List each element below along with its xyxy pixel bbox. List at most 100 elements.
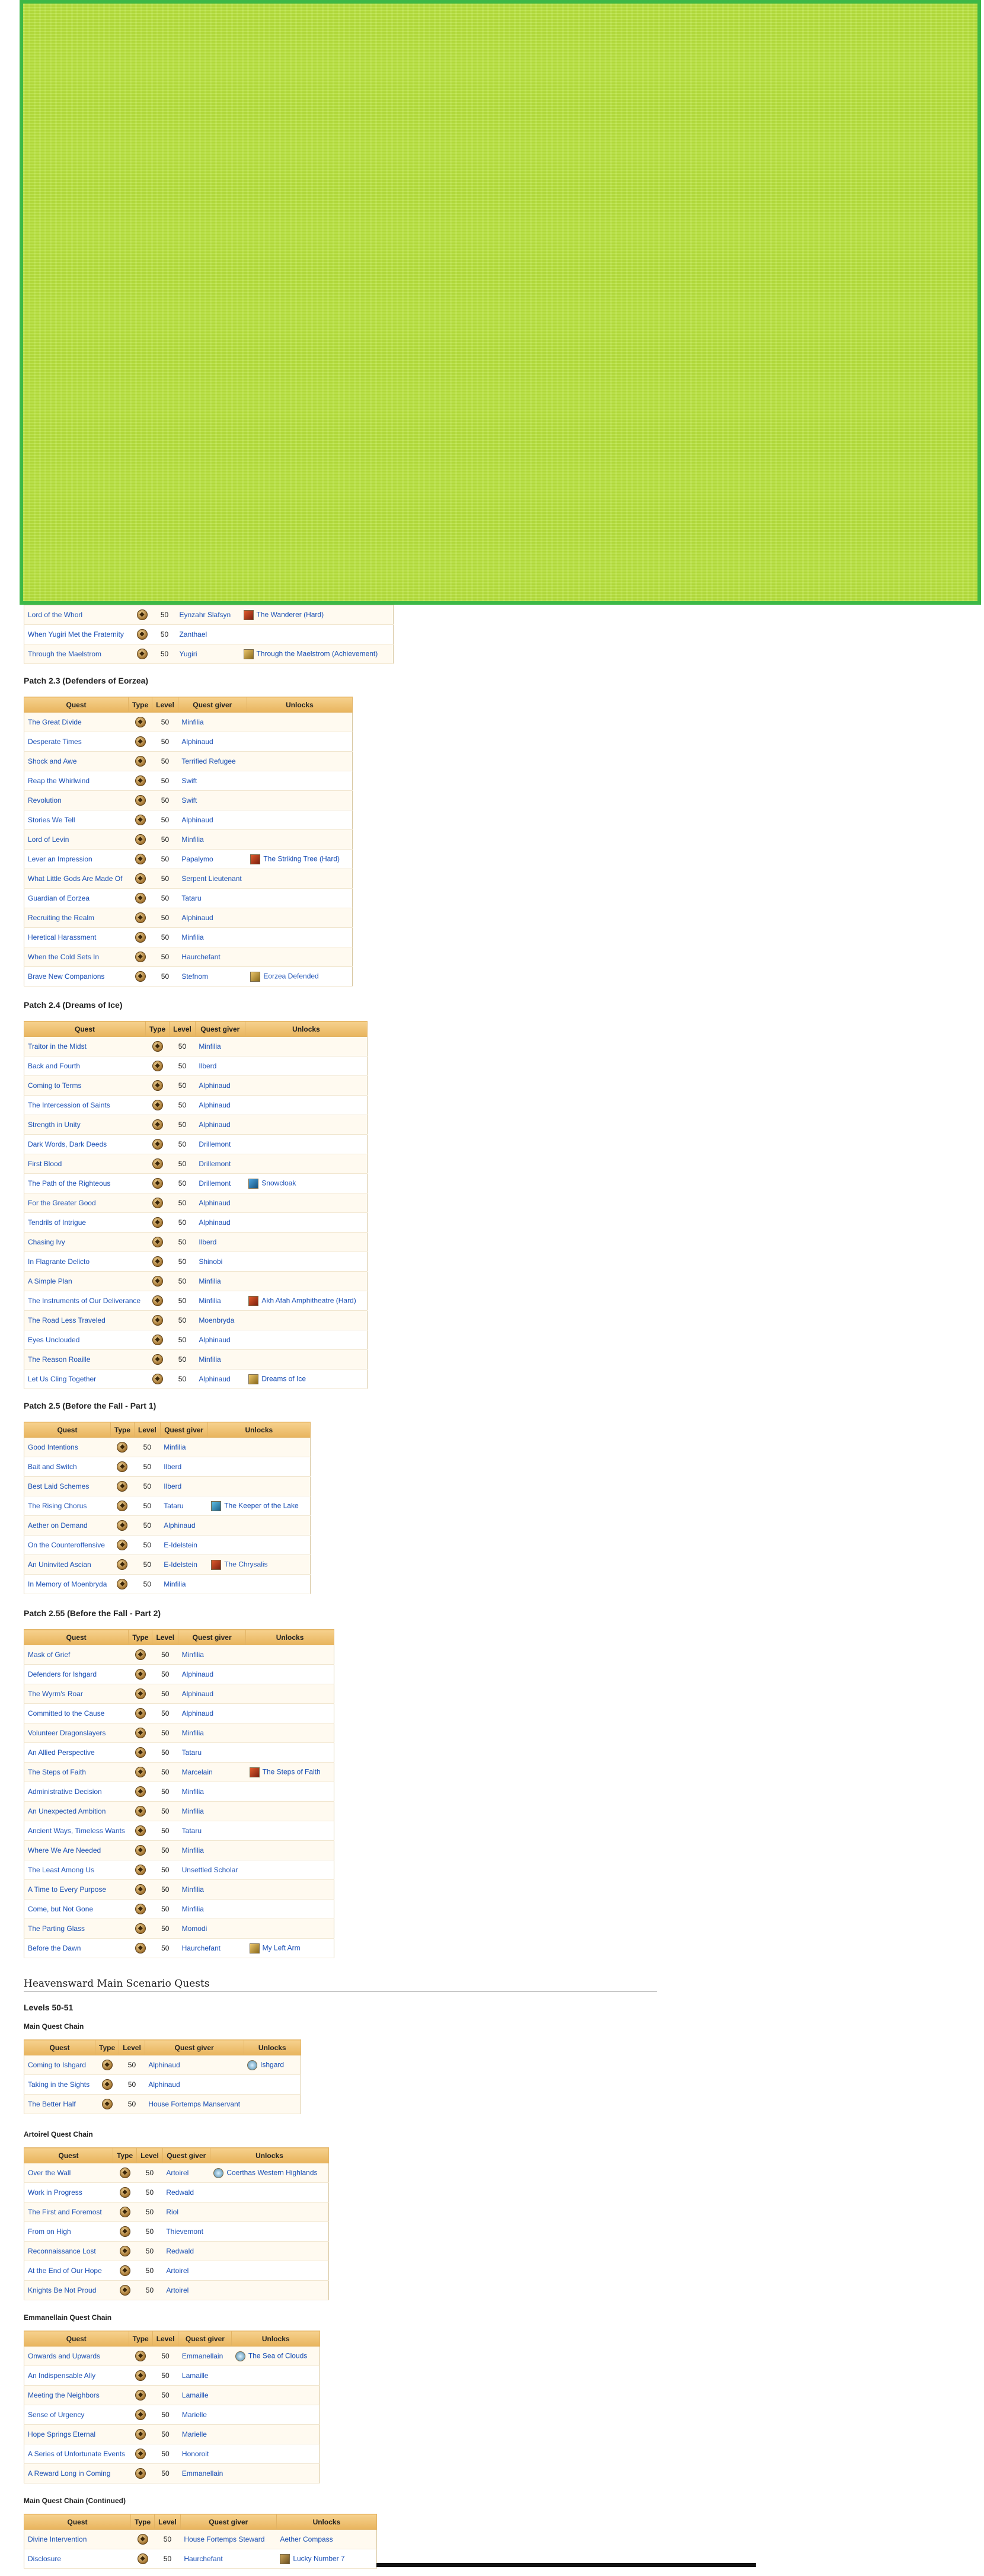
quest-giver-link[interactable]: Minfilia: [195, 1036, 245, 1056]
quest-link[interactable]: Recruiting the Realm: [28, 914, 94, 922]
quest-giver-link[interactable]: Yugiri: [175, 644, 240, 664]
quest-giver-link[interactable]: Ilberd: [195, 1056, 245, 1076]
quest-link[interactable]: Before the Dawn: [28, 1944, 81, 1952]
quest-link[interactable]: On the Counteroffensive: [28, 1541, 105, 1549]
quest-giver-link[interactable]: Alphinaud: [195, 1330, 245, 1350]
quest-link[interactable]: The Great Divide: [28, 718, 82, 726]
unlock-link[interactable]: The Steps of Faith: [263, 1767, 321, 1776]
quest-giver-link[interactable]: Alphinaud: [195, 1369, 245, 1389]
quest-giver-link[interactable]: Minfilia: [178, 1879, 246, 1900]
quest-giver-link[interactable]: Alphinaud: [178, 1664, 246, 1684]
quest-link[interactable]: Ancient Ways, Timeless Wants: [28, 1827, 125, 1835]
unlock-link[interactable]: Akh Afah Amphitheatre (Hard): [261, 1296, 356, 1304]
quest-link[interactable]: The Parting Glass: [28, 1924, 85, 1933]
quest-link[interactable]: An Allied Perspective: [28, 1748, 95, 1757]
quest-link[interactable]: Lever an Impression: [28, 855, 92, 863]
unlock-link[interactable]: Aether Compass: [280, 2535, 333, 2543]
quest-link[interactable]: Sense of Urgency: [28, 2411, 84, 2419]
quest-giver-link[interactable]: Honoroit: [178, 2444, 232, 2464]
quest-link[interactable]: Heretical Harassment: [28, 933, 96, 941]
quest-giver-link[interactable]: Alphinaud: [178, 908, 247, 928]
quest-link[interactable]: The Path of the Righteous: [28, 1179, 110, 1188]
quest-giver-link[interactable]: Minfilia: [195, 1349, 245, 1370]
quest-link[interactable]: An Indispensable Ally: [28, 2371, 95, 2380]
quest-link[interactable]: Good Intentions: [28, 1443, 78, 1451]
quest-link[interactable]: The Road Less Traveled: [28, 1316, 106, 1324]
unlock-link[interactable]: Eorzea Defended: [263, 972, 318, 980]
quest-giver-link[interactable]: Alphinaud: [195, 1095, 245, 1115]
quest-link[interactable]: Onwards and Upwards: [28, 2352, 100, 2360]
quest-link[interactable]: An Uninvited Ascian: [28, 1560, 91, 1569]
quest-giver-link[interactable]: Marielle: [178, 2424, 232, 2444]
quest-giver-link[interactable]: Momodi: [178, 1919, 246, 1939]
quest-giver-link[interactable]: Emmanellain: [178, 2463, 232, 2484]
quest-link[interactable]: When the Cold Sets In: [28, 953, 99, 961]
quest-giver-link[interactable]: Swift: [178, 771, 247, 791]
quest-giver-link[interactable]: Haurchefant: [180, 2549, 277, 2569]
quest-link[interactable]: Defenders for Ishgard: [28, 1670, 97, 1678]
quest-giver-link[interactable]: Alphinaud: [178, 1703, 246, 1723]
quest-giver-link[interactable]: Minfilia: [178, 1899, 246, 1919]
quest-giver-link[interactable]: Marcelain: [178, 1762, 246, 1782]
quest-giver-link[interactable]: Drillemont: [195, 1173, 245, 1193]
quest-giver-link[interactable]: Alphinaud: [145, 2074, 244, 2095]
quest-giver-link[interactable]: Unsettled Scholar: [178, 1860, 246, 1880]
quest-giver-link[interactable]: Redwald: [162, 2182, 210, 2202]
quest-link[interactable]: The Better Half: [28, 2100, 76, 2108]
quest-link[interactable]: An Unexpected Ambition: [28, 1807, 106, 1815]
quest-giver-link[interactable]: Redwald: [162, 2241, 210, 2261]
quest-link[interactable]: Over the Wall: [28, 2169, 71, 2177]
quest-link[interactable]: From on High: [28, 2227, 71, 2236]
quest-link[interactable]: Taking in the Sights: [28, 2080, 90, 2089]
quest-link[interactable]: Reap the Whirlwind: [28, 777, 90, 785]
quest-link[interactable]: Eyes Unclouded: [28, 1336, 79, 1344]
quest-link[interactable]: A Series of Unfortunate Events: [28, 2450, 125, 2458]
quest-giver-link[interactable]: House Fortemps Steward: [180, 2529, 277, 2549]
quest-link[interactable]: Chasing Ivy: [28, 1238, 65, 1246]
quest-link[interactable]: The Rising Chorus: [28, 1502, 87, 1510]
quest-giver-link[interactable]: Drillemont: [195, 1134, 245, 1154]
quest-giver-link[interactable]: Drillemont: [195, 1154, 245, 1174]
quest-giver-link[interactable]: Lamaille: [178, 2366, 232, 2386]
quest-link[interactable]: In Flagrante Delicto: [28, 1257, 90, 1266]
quest-link[interactable]: Stories We Tell: [28, 816, 75, 824]
unlock-link[interactable]: My Left Arm: [263, 1943, 301, 1952]
quest-giver-link[interactable]: Alphinaud: [195, 1212, 245, 1233]
quest-link[interactable]: The First and Foremost: [28, 2208, 102, 2216]
quest-link[interactable]: Lord of the Whorl: [28, 611, 82, 619]
quest-link[interactable]: In Memory of Moenbryda: [28, 1580, 107, 1588]
quest-link[interactable]: What Little Gods Are Made Of: [28, 874, 122, 883]
quest-link[interactable]: A Simple Plan: [28, 1277, 72, 1285]
quest-giver-link[interactable]: Minfilia: [160, 1574, 208, 1594]
quest-link[interactable]: The Steps of Faith: [28, 1768, 86, 1776]
quest-giver-link[interactable]: Tataru: [178, 1742, 246, 1763]
quest-link[interactable]: When Yugiri Met the Fraternity: [28, 630, 124, 639]
unlock-link[interactable]: Ishgard: [260, 2060, 284, 2069]
quest-giver-link[interactable]: Artoirel: [162, 2280, 210, 2300]
quest-giver-link[interactable]: Ilberd: [195, 1232, 245, 1252]
quest-giver-link[interactable]: Riol: [162, 2202, 210, 2222]
quest-link[interactable]: First Blood: [28, 1160, 62, 1168]
quest-link[interactable]: Volunteer Dragonslayers: [28, 1729, 106, 1737]
quest-link[interactable]: A Time to Every Purpose: [28, 1885, 106, 1894]
quest-link[interactable]: Where We Are Needed: [28, 1846, 101, 1854]
quest-giver-link[interactable]: Swift: [178, 790, 247, 810]
quest-giver-link[interactable]: Thievemont: [162, 2221, 210, 2242]
quest-link[interactable]: Coming to Terms: [28, 1081, 81, 1090]
quest-giver-link[interactable]: Tataru: [178, 1821, 246, 1841]
quest-giver-link[interactable]: Papalymo: [178, 849, 247, 869]
quest-link[interactable]: Meeting the Neighbors: [28, 2391, 100, 2399]
quest-link[interactable]: Brave New Companions: [28, 972, 104, 981]
quest-giver-link[interactable]: Stefnom: [178, 966, 247, 987]
quest-link[interactable]: The Reason Roaille: [28, 1355, 90, 1364]
quest-giver-link[interactable]: Alphinaud: [160, 1515, 208, 1536]
quest-link[interactable]: Come, but Not Gone: [28, 1905, 93, 1913]
quest-giver-link[interactable]: Alphinaud: [178, 810, 247, 830]
quest-link[interactable]: The Intercession of Saints: [28, 1101, 110, 1109]
quest-giver-link[interactable]: E-Idelstein: [160, 1535, 208, 1555]
quest-link[interactable]: Divine Intervention: [28, 2535, 87, 2543]
quest-link[interactable]: Let Us Cling Together: [28, 1375, 96, 1383]
quest-link[interactable]: Through the Maelstrom: [28, 650, 101, 658]
quest-giver-link[interactable]: Alphinaud: [195, 1075, 245, 1096]
quest-link[interactable]: Reconnaissance Lost: [28, 2247, 96, 2255]
